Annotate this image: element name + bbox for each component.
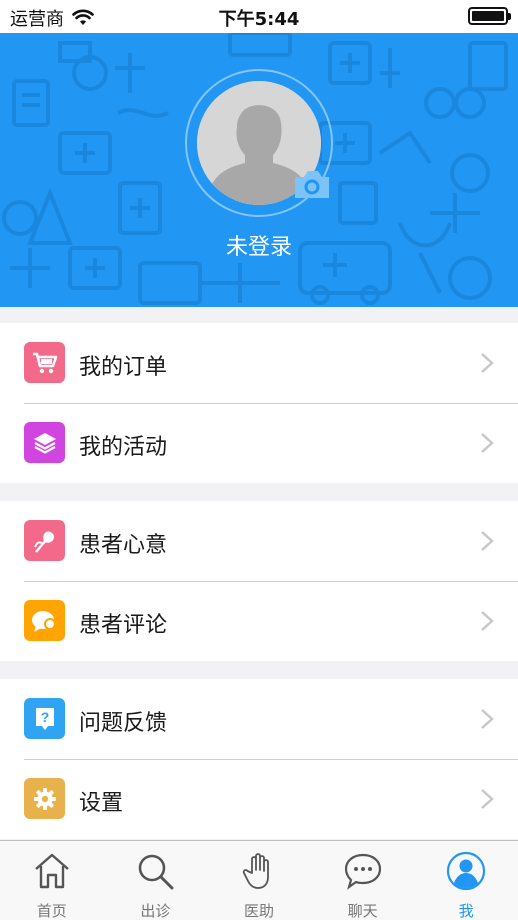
tab-me[interactable]: 我 — [414, 841, 518, 920]
tab-label: 我 — [458, 902, 474, 920]
home-icon — [35, 853, 69, 889]
tab-clinic[interactable]: 出诊 — [104, 841, 208, 920]
menu-item-label: 设置 — [79, 791, 124, 816]
menu-group-patients: 患者心意 患者评论 — [0, 501, 518, 661]
menu-group-support: ? 问题反馈 设置 — [0, 679, 518, 839]
tab-label: 首页 — [36, 902, 67, 920]
hand-icon — [242, 853, 269, 889]
menu-item-label: 患者评论 — [79, 613, 168, 638]
chevron-right-icon — [481, 353, 494, 373]
tab-label: 医助 — [243, 902, 274, 920]
menu-item-label: 我的活动 — [79, 435, 168, 460]
menu-group-orders: 我的订单 我的活动 — [0, 323, 518, 483]
chat-bubble-icon — [24, 600, 65, 641]
question-icon: ? — [24, 698, 65, 739]
svg-text:?: ? — [40, 709, 49, 725]
tab-chat[interactable]: 聊天 — [311, 841, 415, 920]
chevron-right-icon — [481, 531, 494, 551]
gear-icon — [24, 778, 65, 819]
menu-item-my-activities[interactable]: 我的活动 — [0, 403, 518, 483]
user-icon — [447, 851, 486, 891]
tab-bar: 首页 出诊 医助 聊天 我 — [0, 840, 518, 920]
tab-assistant[interactable]: 医助 — [207, 841, 311, 920]
login-status-label[interactable]: 未登录 — [0, 229, 518, 261]
tab-label: 聊天 — [347, 902, 378, 920]
chat-icon — [344, 853, 381, 890]
search-icon — [139, 854, 174, 890]
profile-header: 未登录 — [0, 33, 518, 307]
status-bar: 运营商 下午5:44 — [0, 0, 518, 33]
status-time: 下午5:44 — [218, 9, 300, 30]
chevron-right-icon — [481, 611, 494, 631]
menu-item-settings[interactable]: 设置 — [0, 759, 518, 839]
menu-item-patient-comments[interactable]: 患者评论 — [0, 581, 518, 661]
chevron-right-icon — [481, 789, 494, 809]
tab-label: 出诊 — [140, 902, 171, 920]
camera-icon[interactable] — [292, 168, 332, 200]
chevron-right-icon — [481, 433, 494, 453]
chevron-right-icon — [481, 709, 494, 729]
flower-icon — [24, 520, 65, 561]
menu-item-patient-gratitude[interactable]: 患者心意 — [0, 501, 518, 581]
menu-item-label: 我的订单 — [79, 355, 168, 380]
battery-icon — [468, 7, 511, 25]
tab-home[interactable]: 首页 — [0, 841, 104, 920]
menu-item-label: 问题反馈 — [79, 711, 168, 736]
menu-item-feedback[interactable]: ? 问题反馈 — [0, 679, 518, 759]
menu-item-label: 患者心意 — [79, 533, 168, 558]
menu-item-my-orders[interactable]: 我的订单 — [0, 323, 518, 403]
cart-icon — [24, 342, 65, 383]
layers-icon — [24, 422, 65, 463]
